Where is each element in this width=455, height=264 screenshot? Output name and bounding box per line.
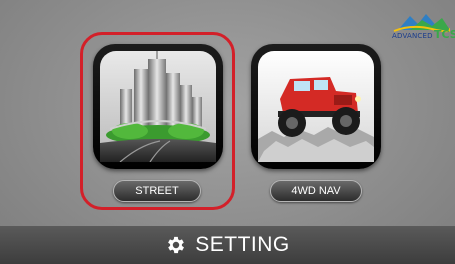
brand-logo-text: ADVANCED (392, 32, 433, 40)
brand-logo: ADVANCED TCS (392, 10, 455, 44)
street-label[interactable]: STREET (113, 180, 201, 202)
4wd-nav-label[interactable]: 4WD NAV (270, 180, 362, 202)
gear-icon (168, 236, 185, 254)
offroad-jeep-icon (258, 51, 374, 162)
brand-logo-suffix: TCS (434, 28, 455, 41)
setting-label: SETTING (195, 233, 290, 256)
city-street-icon (100, 51, 216, 162)
home-screen: ADVANCED TCS STREET 4WD NAV SETTING (0, 0, 455, 264)
4wd-nav-mode-button[interactable] (251, 44, 381, 169)
setting-bar[interactable]: SETTING (0, 226, 455, 264)
street-mode-button[interactable] (93, 44, 223, 169)
setting-button[interactable]: SETTING (165, 233, 290, 257)
